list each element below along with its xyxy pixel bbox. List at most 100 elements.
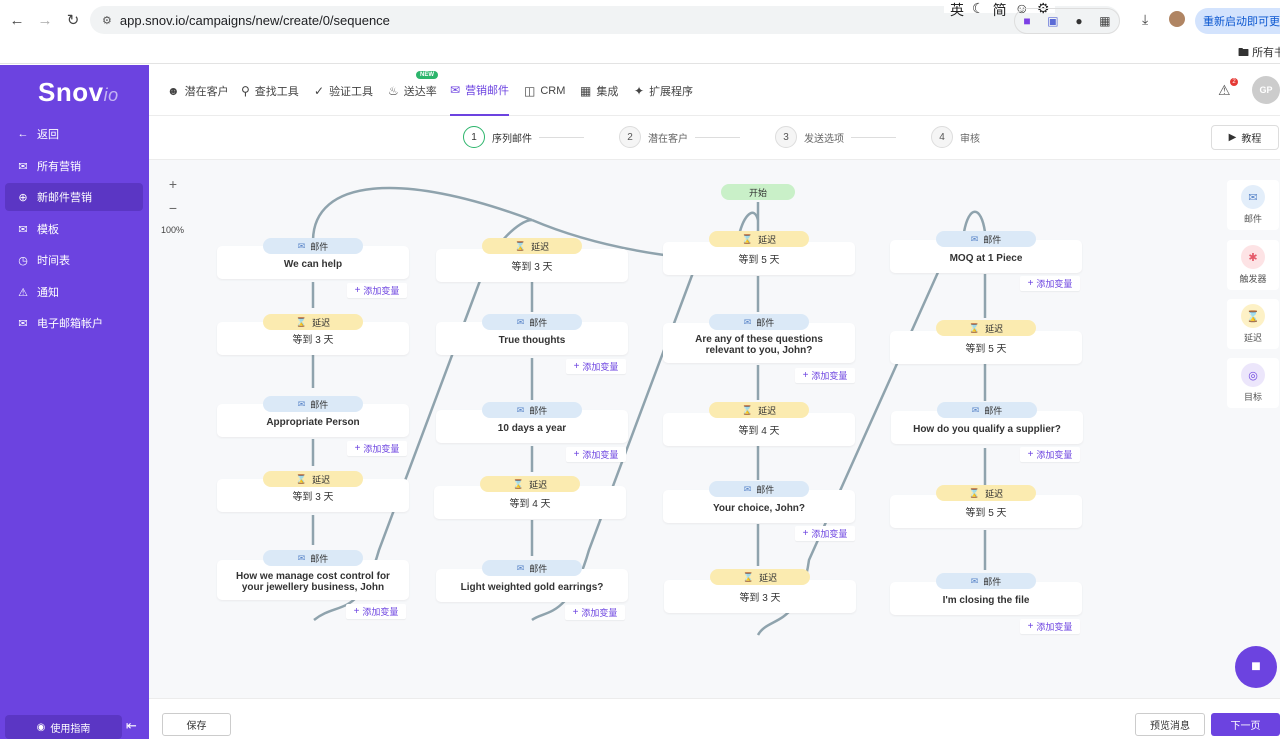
bookmark-folder-label: 所有书	[1252, 47, 1280, 59]
extensions-group: ■ ▣ ● ▦	[1014, 8, 1120, 34]
sidebar-item-all-campaigns[interactable]: ✉ 所有营销	[5, 152, 143, 180]
restart-update-button[interactable]: 重新启动即可更新	[1195, 8, 1280, 34]
puzzle-icon[interactable]: ▦	[1099, 14, 1110, 28]
delay-step-label: ⌛ 延迟	[263, 314, 363, 330]
ime-script[interactable]: 简	[993, 0, 1007, 18]
step-card-mail[interactable]: How we manage cost control for your jewe…	[217, 560, 409, 600]
palette-goal[interactable]: ◎ 目标	[1227, 358, 1279, 408]
mail-step-label: ✉ 邮件	[709, 481, 809, 497]
hourglass-icon: ⌛	[742, 571, 755, 582]
sidebar-item-notifications[interactable]: ⚠ 通知	[5, 278, 143, 306]
profile-icon[interactable]	[1169, 11, 1185, 27]
nav-extensions[interactable]: ✦ 扩展程序	[634, 65, 693, 116]
lifebuoy-icon: ◉	[36, 721, 46, 733]
back-arrow-icon[interactable]: ←	[6, 9, 28, 31]
mail-icon: ✉	[970, 233, 979, 244]
app-top-nav: ☻ 潜在客户 ⚲ 查找工具 ✓ 验证工具 ♨ 送达率 NEW ✉ 营销邮件 ◫ CRM ▦ 集…	[149, 65, 1280, 116]
sidebar-item-new-campaign[interactable]: ⊕ 新邮件营销	[5, 183, 143, 211]
puzzle-icon: ✦	[634, 83, 645, 98]
mail-step-label: ✉ 邮件	[482, 314, 582, 330]
sidebar-item-label: 返回	[37, 129, 59, 141]
ime-moon-icon[interactable]: ☾	[972, 0, 985, 16]
add-variable-button[interactable]: + 添加变量	[347, 441, 407, 456]
add-variable-button[interactable]: + 添加变量	[346, 604, 406, 619]
bell-icon: ⚠	[18, 286, 28, 299]
add-variable-button[interactable]: + 添加变量	[566, 359, 626, 374]
sidebar-item-email-accounts[interactable]: ✉ 电子邮箱帐户	[5, 309, 143, 337]
mail-icon: ✉	[297, 240, 306, 251]
save-button[interactable]: 保存	[162, 713, 231, 736]
add-variable-button[interactable]: + 添加变量	[565, 605, 625, 620]
extension-icon[interactable]: ●	[1075, 14, 1082, 28]
forward-arrow-icon[interactable]: →	[34, 9, 56, 31]
sidebar-item-schedule[interactable]: ◷ 时间表	[5, 246, 143, 274]
step-sending-options[interactable]: 3 发送选项	[775, 126, 844, 148]
add-variable-button[interactable]: + 添加变量	[795, 368, 855, 383]
extension-icon[interactable]: ■	[1023, 14, 1030, 28]
extension-icon[interactable]: ▣	[1047, 14, 1058, 28]
mail-icon: ✉	[970, 575, 979, 586]
sidebar-item-label: 电子邮箱帐户	[37, 318, 103, 330]
snov-logo[interactable]: Snovio	[38, 77, 119, 108]
step-divider	[539, 137, 584, 138]
delay-step-label: ⌛ 延迟	[482, 238, 582, 254]
palette-delay[interactable]: ⌛ 延迟	[1227, 299, 1279, 349]
nav-finder[interactable]: ⚲ 查找工具	[241, 65, 299, 116]
reload-icon[interactable]: ↻	[62, 9, 84, 31]
download-icon[interactable]: ⤓	[1142, 11, 1148, 28]
hourglass-icon: ⌛	[741, 233, 754, 244]
campaign-stepper: 1 序列邮件 2 潜在客户 3 发送选项 4 审核 ▶ 教程	[149, 116, 1280, 160]
bookmark-bar: 🖿 所有书	[0, 40, 1280, 64]
hourglass-icon: ⌛	[968, 487, 981, 498]
preview-button[interactable]: 预览消息	[1135, 713, 1205, 736]
nav-email-campaigns[interactable]: ✉ 营销邮件	[450, 65, 510, 116]
users-icon: ☻	[167, 83, 180, 98]
mail-step-label: ✉ 邮件	[936, 573, 1036, 589]
add-variable-button[interactable]: + 添加变量	[1020, 447, 1080, 462]
step-divider	[695, 137, 740, 138]
sidebar: Snovio ← 返回 ✉ 所有营销 ⊕ 新邮件营销 ✉ 模板 ◷ 时间表 ⚠ 通知 ✉ 电子…	[0, 65, 149, 739]
add-variable-button[interactable]: + 添加变量	[566, 447, 626, 462]
add-variable-button[interactable]: + 添加变量	[347, 283, 407, 298]
chat-icon[interactable]: ■	[1235, 646, 1277, 688]
nav-crm[interactable]: ◫ CRM	[524, 65, 565, 116]
plus-circle-icon: ⊕	[18, 191, 28, 204]
nav-integrations[interactable]: ▦ 集成	[580, 65, 618, 116]
sidebar-item-templates[interactable]: ✉ 模板	[5, 215, 143, 243]
step-sequence[interactable]: 1 序列邮件	[463, 126, 532, 148]
add-variable-button[interactable]: + 添加变量	[795, 526, 855, 541]
sidebar-item-back[interactable]: ← 返回	[5, 120, 143, 148]
start-node[interactable]: 开始	[721, 184, 795, 200]
mail-step-label: ✉ 邮件	[482, 560, 582, 576]
palette-trigger[interactable]: ✱ 触发器	[1227, 240, 1279, 290]
mail-step-label: ✉ 邮件	[263, 550, 363, 566]
site-settings-icon[interactable]: ⚙	[102, 14, 112, 27]
mail-icon: ✉	[516, 316, 525, 327]
mail-icon: ✉	[18, 160, 28, 173]
bell-icon[interactable]: ⚠	[1218, 82, 1231, 99]
nav-prospects[interactable]: ☻ 潜在客户	[167, 65, 229, 116]
add-variable-button[interactable]: + 添加变量	[1020, 276, 1080, 291]
sequence-canvas[interactable]: + − 100% 开始 We can help ✉ 邮件 + 添加变量 等到 3 天…	[149, 160, 1280, 698]
hourglass-icon: ⌛	[512, 478, 525, 489]
step-prospects[interactable]: 2 潜在客户	[619, 126, 688, 148]
step-review[interactable]: 4 审核	[931, 126, 980, 148]
nav-verifier[interactable]: ✓ 验证工具	[314, 65, 373, 116]
step-divider	[851, 137, 896, 138]
add-variable-button[interactable]: + 添加变量	[1020, 619, 1080, 634]
user-avatar[interactable]: GP	[1252, 76, 1280, 104]
collapse-sidebar-icon[interactable]: ⇤	[126, 718, 137, 734]
ime-lang[interactable]: 英	[950, 0, 964, 18]
sidebar-item-label: 时间表	[37, 255, 70, 267]
mail-step-label: ✉ 邮件	[263, 238, 363, 254]
next-button[interactable]: 下一页	[1211, 713, 1280, 736]
delay-step-label: ⌛ 延迟	[709, 231, 809, 247]
bookmark-folder[interactable]: 🖿 所有书	[1238, 44, 1280, 63]
delay-step-label: ⌛ 延迟	[263, 471, 363, 487]
palette-mail[interactable]: ✉ 邮件	[1227, 180, 1279, 230]
user-guide-button[interactable]: ◉ 使用指南	[5, 715, 122, 739]
new-badge: NEW	[416, 71, 438, 79]
tutorial-button[interactable]: ▶ 教程	[1211, 125, 1279, 150]
mail-step-label: ✉ 邮件	[263, 396, 363, 412]
hourglass-icon: ⌛	[968, 322, 981, 333]
